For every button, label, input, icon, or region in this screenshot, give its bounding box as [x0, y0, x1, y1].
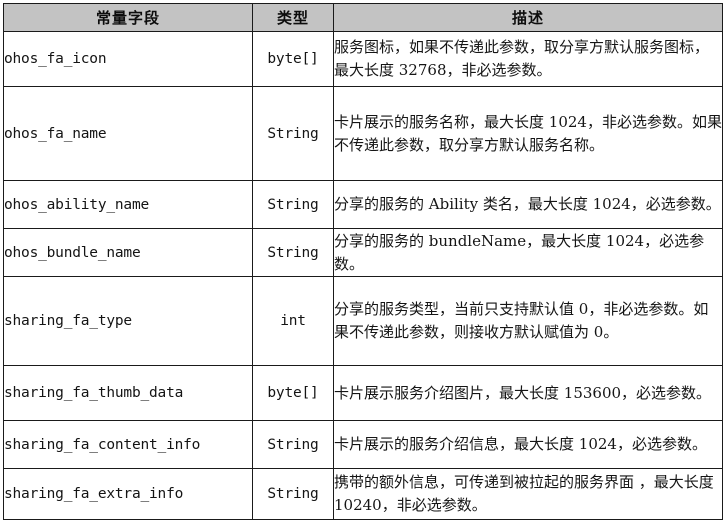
field-type-cell: String	[252, 468, 334, 520]
field-description-cell: 卡片展示的服务介绍信息，最大长度 1024，必选参数。	[333, 420, 723, 469]
field-type-cell: byte[]	[252, 31, 334, 87]
table-body: ohos_fa_icon byte[] 服务图标，如果不传递此参数，取分享方默认…	[3, 31, 723, 520]
field-description-cell: 携带的额外信息，可传递到被拉起的服务界面 ，最大长度 10240，非必选参数。	[333, 468, 723, 520]
field-name-cell: sharing_fa_type	[3, 276, 253, 366]
table-row: sharing_fa_type int 分享的服务类型，当前只支持默认值 0，非…	[3, 276, 723, 366]
field-name-cell: sharing_fa_thumb_data	[3, 365, 253, 421]
table-row: sharing_fa_extra_info String 携带的额外信息，可传递…	[3, 468, 723, 520]
field-description-cell: 分享的服务的 bundleName，最大长度 1024，必选参数。	[333, 228, 723, 277]
field-type-cell: int	[252, 276, 334, 366]
table-row: ohos_fa_name String 卡片展示的服务名称，最大长度 1024，…	[3, 86, 723, 181]
field-description-cell: 分享的服务类型，当前只支持默认值 0，非必选参数。如果不传递此参数，则接收方默认…	[333, 276, 723, 366]
field-name-cell: ohos_ability_name	[3, 180, 253, 229]
spec-table-container: 常量字段 类型 描述 ohos_fa_icon byte[] 服务图标，如果不传…	[3, 3, 723, 522]
table-row: sharing_fa_thumb_data byte[] 卡片展示服务介绍图片，…	[3, 365, 723, 421]
column-header-description: 描述	[333, 3, 723, 32]
field-type-cell: String	[252, 228, 334, 277]
field-name-cell: sharing_fa_content_info	[3, 420, 253, 469]
table-row: ohos_fa_icon byte[] 服务图标，如果不传递此参数，取分享方默认…	[3, 31, 723, 87]
field-name-cell: ohos_fa_icon	[3, 31, 253, 87]
field-name-cell: ohos_bundle_name	[3, 228, 253, 277]
field-name-cell: ohos_fa_name	[3, 86, 253, 181]
table-header: 常量字段 类型 描述	[3, 3, 723, 32]
table-header-row: 常量字段 类型 描述	[3, 3, 723, 32]
field-name-cell: sharing_fa_extra_info	[3, 468, 253, 520]
field-type-cell: String	[252, 180, 334, 229]
table-row: sharing_fa_content_info String 卡片展示的服务介绍…	[3, 420, 723, 469]
field-type-cell: String	[252, 420, 334, 469]
field-description-cell: 卡片展示的服务名称，最大长度 1024，非必选参数。如果不传递此参数，取分享方默…	[333, 86, 723, 181]
field-description-cell: 服务图标，如果不传递此参数，取分享方默认服务图标，最大长度 32768，非必选参…	[333, 31, 723, 87]
field-type-cell: String	[252, 86, 334, 181]
table-row: ohos_ability_name String 分享的服务的 Ability …	[3, 180, 723, 229]
constant-fields-table: 常量字段 类型 描述 ohos_fa_icon byte[] 服务图标，如果不传…	[3, 3, 723, 520]
table-row: ohos_bundle_name String 分享的服务的 bundleNam…	[3, 228, 723, 277]
column-header-type: 类型	[252, 3, 334, 32]
field-type-cell: byte[]	[252, 365, 334, 421]
field-description-cell: 卡片展示服务介绍图片，最大长度 153600，必选参数。	[333, 365, 723, 421]
column-header-field: 常量字段	[3, 3, 253, 32]
field-description-cell: 分享的服务的 Ability 类名，最大长度 1024，必选参数。	[333, 180, 723, 229]
